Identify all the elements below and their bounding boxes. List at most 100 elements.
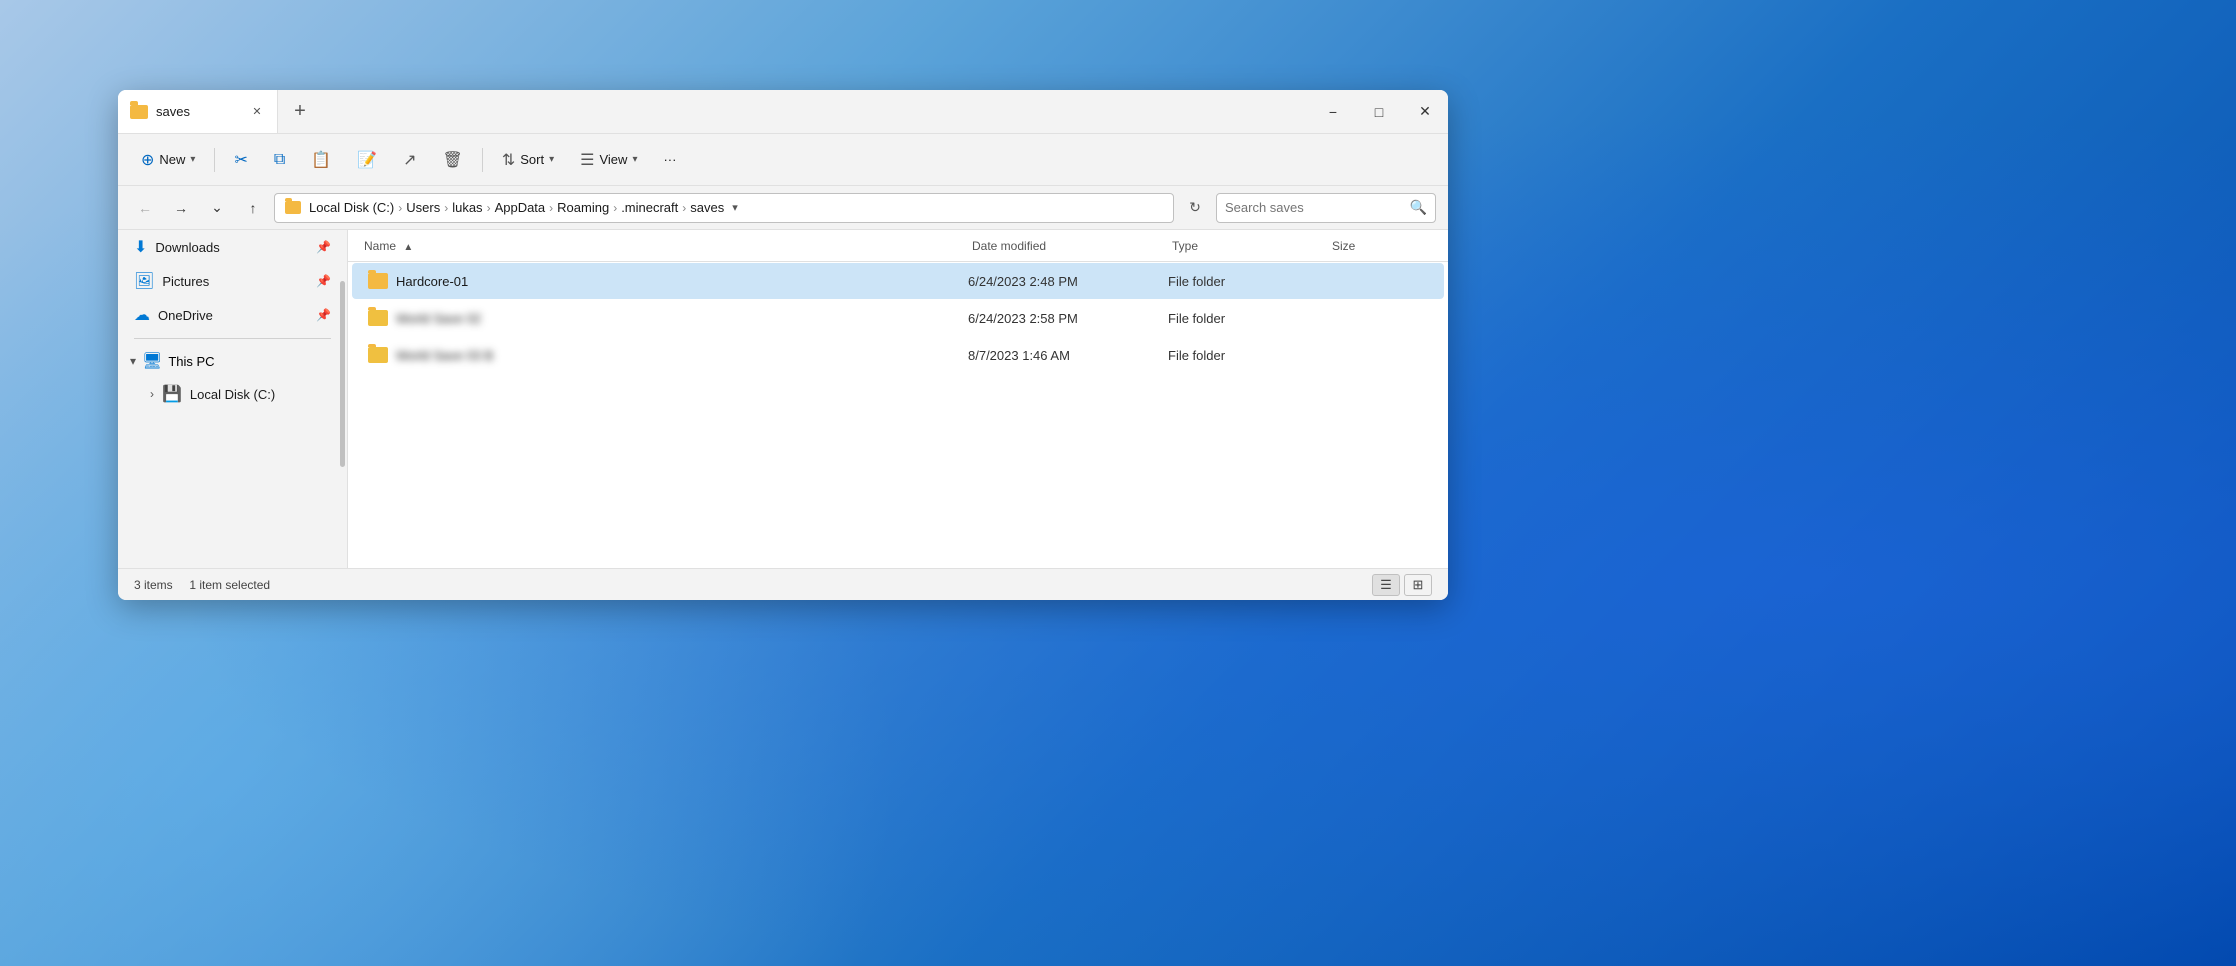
minimize-button[interactable]: − (1310, 90, 1356, 134)
toolbar-separator-1 (214, 148, 215, 172)
more-button[interactable]: ··· (652, 145, 687, 174)
file-date-2: 8/7/2023 1:46 AM (968, 348, 1168, 363)
folder-icon-0 (368, 273, 388, 289)
breadcrumb-local-disk: Local Disk (C:) (309, 200, 394, 215)
up-button[interactable]: ↑ (238, 193, 268, 223)
sort-chevron-icon: ▾ (549, 154, 554, 165)
new-label: New (159, 152, 185, 167)
sidebar-label-local-disk: Local Disk (C:) (190, 387, 275, 402)
more-icon: ··· (663, 152, 676, 167)
grid-view-toggle[interactable]: ⊞ (1404, 574, 1432, 596)
new-chevron-icon: ▾ (190, 154, 195, 165)
folder-icon-1 (368, 310, 388, 326)
status-view-controls: ☰ ⊞ (1372, 574, 1432, 596)
forward-button[interactable]: → (166, 193, 196, 223)
breadcrumb-sep-6: › (682, 201, 686, 215)
sort-button[interactable]: ⇅ Sort ▾ (491, 143, 565, 177)
recent-locations-button[interactable]: ⌄ (202, 193, 232, 223)
name-sort-icon: ▲ (403, 242, 413, 253)
copy-button[interactable]: ⧉ (263, 144, 296, 176)
file-date-0: 6/24/2023 2:48 PM (968, 274, 1168, 289)
list-view-toggle[interactable]: ☰ (1372, 574, 1400, 596)
col-header-name[interactable]: Name ▲ (364, 239, 972, 253)
file-name-0: Hardcore-01 (396, 274, 968, 289)
sidebar-item-pictures[interactable]: 🖼 Pictures 📌 (122, 265, 343, 297)
this-pc-chevron-icon: ▾ (130, 354, 136, 368)
new-tab-button[interactable]: + (278, 90, 322, 133)
downloads-icon: ⬇ (134, 237, 147, 257)
onedrive-icon: ☁ (134, 305, 150, 325)
onedrive-pin-icon: 📌 (316, 308, 331, 322)
active-tab[interactable]: saves ✕ (118, 90, 278, 133)
file-row-0[interactable]: Hardcore-01 6/24/2023 2:48 PM File folde… (352, 263, 1444, 299)
breadcrumb-sep-3: › (487, 201, 491, 215)
sidebar-this-pc-header[interactable]: ▾ 🖥 This PC (118, 345, 347, 377)
this-pc-icon: 🖥 (142, 351, 162, 371)
back-button[interactable]: ← (130, 193, 160, 223)
sort-icon: ⇅ (502, 150, 515, 170)
window-controls: − □ ✕ (1310, 90, 1448, 133)
col-header-size[interactable]: Size (1332, 239, 1432, 253)
folder-icon-2 (368, 347, 388, 363)
sidebar-label-downloads: Downloads (155, 240, 219, 255)
sidebar-label-pictures: Pictures (162, 274, 209, 289)
breadcrumb-minecraft: .minecraft (621, 200, 678, 215)
breadcrumb-sep-1: › (398, 201, 402, 215)
file-type-0: File folder (1168, 274, 1328, 289)
breadcrumb-appdata: AppData (495, 200, 546, 215)
paste-icon: 📋 (311, 150, 331, 170)
view-button[interactable]: ☰ View ▾ (569, 143, 648, 177)
paste-button[interactable]: 📋 (300, 143, 342, 177)
view-label: View (599, 152, 627, 167)
sidebar-scrollbar[interactable] (340, 281, 345, 467)
file-type-2: File folder (1168, 348, 1328, 363)
tab-title: saves (156, 104, 190, 119)
sidebar-item-onedrive[interactable]: ☁ OneDrive 📌 (122, 299, 343, 331)
copy-icon: ⧉ (274, 151, 285, 169)
rename-button[interactable]: 📝 (346, 143, 388, 177)
new-button[interactable]: ⊕ New ▾ (130, 143, 206, 177)
search-box[interactable]: 🔍 (1216, 193, 1436, 223)
maximize-button[interactable]: □ (1356, 90, 1402, 134)
status-item-count: 3 items 1 item selected (134, 578, 270, 592)
file-pane: Name ▲ Date modified Type Size Hardcore-… (348, 230, 1448, 568)
sidebar: ⬇ Downloads 📌 🖼 Pictures 📌 ☁ OneDrive 📌 … (118, 230, 348, 568)
file-name-1: World Save 02 (396, 311, 968, 326)
rename-icon: 📝 (357, 150, 377, 170)
downloads-pin-icon: 📌 (316, 240, 331, 254)
toolbar: ⊕ New ▾ ✂ ⧉ 📋 📝 ↗ 🗑 ⇅ Sort ▾ ☰ (118, 134, 1448, 186)
main-content: ⬇ Downloads 📌 🖼 Pictures 📌 ☁ OneDrive 📌 … (118, 230, 1448, 568)
breadcrumb-saves: saves (690, 200, 724, 215)
address-bar-row: ← → ⌄ ↑ Local Disk (C:) › Users › lukas … (118, 186, 1448, 230)
search-input[interactable] (1225, 200, 1404, 215)
status-bar: 3 items 1 item selected ☰ ⊞ (118, 568, 1448, 600)
sidebar-label-onedrive: OneDrive (158, 308, 213, 323)
close-button[interactable]: ✕ (1402, 90, 1448, 134)
title-bar: saves ✕ + − □ ✕ (118, 90, 1448, 134)
address-bar[interactable]: Local Disk (C:) › Users › lukas › AppDat… (274, 193, 1174, 223)
share-button[interactable]: ↗ (392, 143, 427, 177)
sidebar-item-local-disk[interactable]: › 💾 Local Disk (C:) (122, 378, 343, 410)
file-list: Hardcore-01 6/24/2023 2:48 PM File folde… (348, 262, 1448, 568)
sidebar-label-this-pc: This PC (168, 354, 214, 369)
view-icon: ☰ (580, 150, 594, 170)
file-row-2[interactable]: World Save 03 B 8/7/2023 1:46 AM File fo… (352, 337, 1444, 373)
col-header-date[interactable]: Date modified (972, 239, 1172, 253)
tab-close-button[interactable]: ✕ (249, 104, 265, 120)
address-folder-icon (285, 201, 301, 214)
sidebar-divider (134, 338, 331, 339)
file-list-header: Name ▲ Date modified Type Size (348, 230, 1448, 262)
local-disk-icon: 💾 (162, 384, 182, 404)
breadcrumb-lukas: lukas (452, 200, 482, 215)
view-chevron-icon: ▾ (632, 154, 637, 165)
address-chevron-icon: ▾ (732, 201, 738, 214)
delete-button[interactable]: 🗑 (432, 143, 474, 177)
sidebar-item-downloads[interactable]: ⬇ Downloads 📌 (122, 231, 343, 263)
breadcrumb-roaming: Roaming (557, 200, 609, 215)
file-row-1[interactable]: World Save 02 6/24/2023 2:58 PM File fol… (352, 300, 1444, 336)
breadcrumb-users: Users (406, 200, 440, 215)
col-header-type[interactable]: Type (1172, 239, 1332, 253)
refresh-button[interactable]: ↻ (1180, 193, 1210, 223)
cut-button[interactable]: ✂ (223, 143, 258, 177)
cut-icon: ✂ (234, 150, 247, 170)
